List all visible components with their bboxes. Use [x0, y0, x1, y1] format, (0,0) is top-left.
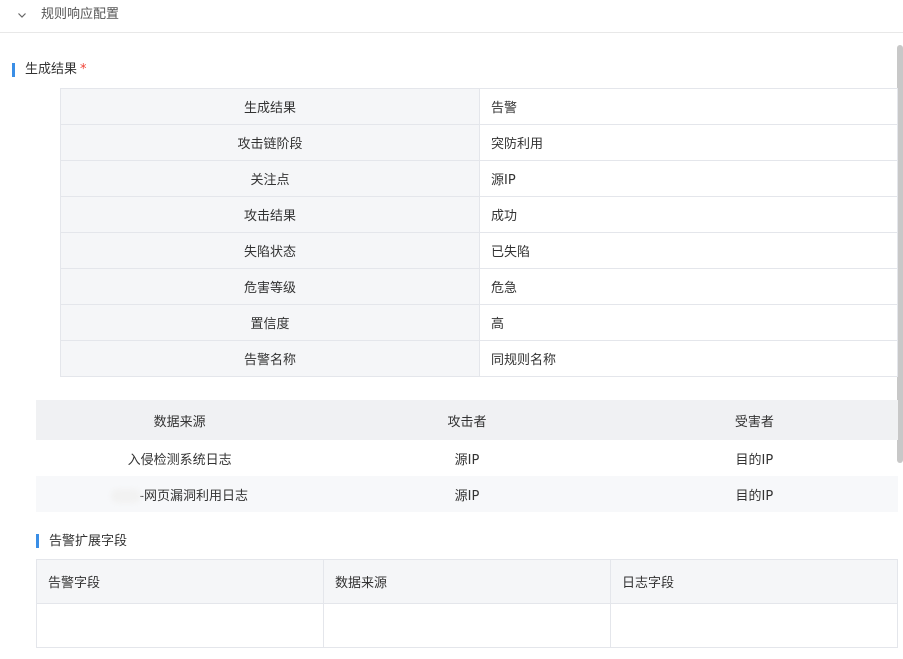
- header-attacker: 攻击者: [323, 400, 611, 440]
- section-marker: [12, 63, 15, 77]
- row-value: 高: [479, 304, 898, 341]
- row-value: 同规则名称: [479, 340, 898, 377]
- cell-empty[interactable]: [323, 603, 611, 648]
- cell-empty[interactable]: [610, 603, 898, 648]
- row-key: 失陷状态: [60, 232, 480, 269]
- cell-source: -网页漏洞利用日志: [36, 476, 324, 512]
- section-title: 规则响应配置: [41, 7, 120, 22]
- redacted-text: [111, 489, 142, 503]
- header-source: 数据来源: [36, 400, 324, 440]
- table-row: 危害等级 危急: [60, 268, 898, 305]
- row-value: 突防利用: [479, 124, 898, 161]
- cell-victim: 目的IP: [610, 476, 898, 512]
- table-row: 入侵检测系统日志 源IP 目的IP: [36, 440, 898, 476]
- table-row: 告警名称 同规则名称: [60, 340, 898, 377]
- result-table: 生成结果 告警 攻击链阶段 突防利用 关注点 源IP 攻击结果 成功 失陷状态 已失陷 危…: [60, 88, 898, 377]
- row-key: 置信度: [60, 304, 480, 341]
- cell-empty[interactable]: [36, 603, 324, 648]
- header-victim: 受害者: [610, 400, 898, 440]
- chevron-down-icon[interactable]: [16, 9, 28, 21]
- row-value: 危急: [479, 268, 898, 305]
- row-value: 告警: [479, 88, 898, 125]
- table-row: 置信度高: [60, 304, 898, 341]
- row-value: 成功: [479, 196, 898, 233]
- table-row: 攻击结果 成功: [60, 196, 898, 233]
- required-mark: *: [80, 62, 87, 77]
- row-key: 告警名称: [60, 340, 480, 377]
- row-key: 生成结果: [60, 88, 480, 125]
- table-row: 攻击链阶段 突防利用: [60, 124, 898, 161]
- row-value: 源IP: [479, 160, 898, 197]
- row-key: 攻击链阶段: [60, 124, 480, 161]
- cell-attacker: 源IP: [323, 476, 611, 512]
- table-row: -网页漏洞利用日志 源IP 目的IP: [36, 476, 898, 512]
- table-header-row: 数据来源 攻击者 受害者: [36, 400, 898, 440]
- table-row: [36, 603, 898, 648]
- row-key: 危害等级: [60, 268, 480, 305]
- source-table: 数据来源 攻击者 受害者 入侵检测系统日志 源IP 目的IP -网页漏洞利用日志…: [36, 400, 898, 512]
- table-row: 失陷状态 已失陷: [60, 232, 898, 269]
- header-data-source: 数据来源: [323, 559, 611, 604]
- section-marker: [36, 534, 39, 548]
- row-key: 关注点: [60, 160, 480, 197]
- extension-section-title: 告警扩展字段: [49, 534, 128, 549]
- header-alert-field: 告警字段: [36, 559, 324, 604]
- section-header[interactable]: 规则响应配置: [0, 0, 903, 33]
- table-row: 生成结果 告警: [60, 88, 898, 125]
- row-key: 攻击结果: [60, 196, 480, 233]
- cell-source: 入侵检测系统日志: [127, 452, 232, 468]
- cell-victim: 目的IP: [735, 452, 774, 468]
- row-value: 已失陷: [479, 232, 898, 269]
- cell-source-text: -网页漏洞利用日志: [139, 488, 249, 504]
- extension-table: 告警字段 数据来源 日志字段: [36, 559, 898, 648]
- header-log-field: 日志字段: [610, 559, 898, 604]
- table-row: 关注点 源IP: [60, 160, 898, 197]
- cell-attacker: 源IP: [454, 452, 480, 468]
- result-section-title: 生成结果 *: [25, 61, 87, 79]
- result-title-text: 生成结果: [25, 62, 78, 77]
- table-header-row: 告警字段 数据来源 日志字段: [36, 559, 898, 604]
